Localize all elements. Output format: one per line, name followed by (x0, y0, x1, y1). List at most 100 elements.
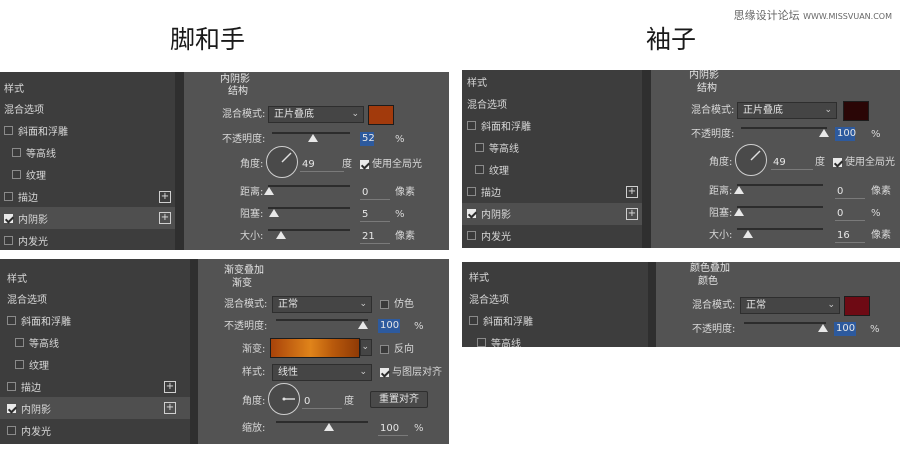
opacity-slider-thumb[interactable] (818, 324, 828, 332)
style-item[interactable]: 描边 + (0, 186, 175, 208)
style-checkbox[interactable] (15, 360, 24, 370)
gradient-select[interactable]: ⌄ (360, 339, 372, 356)
style-item[interactable]: 等高线 (0, 142, 175, 164)
style-item[interactable]: 斜面和浮雕 (462, 309, 648, 331)
style-item[interactable]: 等高线 (0, 332, 190, 354)
style-item[interactable]: 混合选项 (0, 288, 190, 310)
style-checkbox[interactable] (4, 235, 13, 245)
distance-slider-thumb[interactable] (734, 186, 744, 194)
style-item[interactable]: 斜面和浮雕 (0, 120, 175, 142)
opacity-slider-thumb[interactable] (308, 134, 318, 142)
style-checkbox[interactable] (12, 148, 21, 158)
style-checkbox[interactable] (467, 120, 476, 130)
choke-input[interactable]: 0 (835, 207, 865, 221)
opacity-input[interactable]: 52 (360, 132, 375, 146)
style-select[interactable]: 线性 ⌄ (272, 364, 372, 381)
reverse-checkbox[interactable] (380, 345, 389, 354)
angle-dial[interactable] (268, 383, 300, 415)
style-item[interactable]: 内发光 (0, 229, 175, 250)
style-checkbox[interactable] (4, 192, 13, 201)
style-item[interactable]: 内发光 (0, 419, 190, 441)
style-checkbox[interactable] (475, 164, 484, 174)
style-checkbox[interactable] (467, 187, 476, 196)
size-input[interactable]: 16 (835, 229, 865, 243)
blend-mode-select[interactable]: 正常 ⌄ (272, 296, 372, 313)
angle-dial[interactable] (266, 146, 298, 178)
style-item[interactable]: 混合选项 (462, 92, 642, 114)
choke-slider-track[interactable] (737, 206, 823, 208)
blend-mode-select[interactable]: 正片叠底 ⌄ (737, 102, 837, 119)
style-checkbox[interactable] (4, 126, 13, 136)
style-checkbox[interactable] (7, 425, 16, 435)
scale-slider-thumb[interactable] (324, 423, 334, 431)
style-checkbox[interactable] (7, 403, 16, 413)
angle-input[interactable]: 49 (300, 158, 344, 172)
add-effect-icon[interactable]: + (159, 190, 171, 203)
add-effect-icon[interactable]: + (159, 212, 171, 225)
add-effect-icon[interactable]: + (626, 207, 638, 220)
style-checkbox[interactable] (15, 338, 24, 348)
shadow-color-swatch[interactable] (843, 101, 869, 121)
opacity-input[interactable]: 100 (834, 322, 856, 336)
style-checkbox[interactable] (477, 337, 486, 347)
distance-slider-track[interactable] (268, 185, 350, 187)
style-item[interactable]: 内阴影 + (0, 397, 190, 420)
style-checkbox[interactable] (475, 142, 484, 152)
opacity-slider-thumb[interactable] (358, 321, 368, 329)
style-item[interactable]: 混合选项 (462, 287, 648, 309)
style-item[interactable]: 内阴影 + (462, 202, 642, 225)
choke-slider-track[interactable] (268, 207, 350, 209)
style-checkbox[interactable] (4, 213, 13, 223)
style-item[interactable]: 斜面和浮雕 (462, 114, 642, 136)
opacity-input[interactable]: 100 (835, 127, 856, 141)
global-light-checkbox[interactable] (833, 158, 842, 167)
reset-alignment-button[interactable]: 重置对齐 (370, 391, 428, 408)
opacity-slider-track[interactable] (741, 127, 827, 129)
distance-slider-thumb[interactable] (264, 187, 274, 195)
align-with-layer-checkbox[interactable] (380, 368, 389, 377)
size-slider-thumb[interactable] (743, 230, 753, 238)
opacity-slider-track[interactable] (276, 319, 368, 321)
shadow-color-swatch[interactable] (368, 105, 394, 125)
style-item[interactable]: 内阴影 + (0, 207, 175, 230)
blend-mode-select[interactable]: 正片叠底 ⌄ (268, 106, 364, 123)
overlay-color-swatch[interactable] (844, 296, 870, 316)
style-item[interactable]: 混合选项 (0, 98, 175, 120)
opacity-input[interactable]: 100 (378, 319, 400, 333)
style-item[interactable]: 描边 + (462, 181, 642, 203)
gradient-preview[interactable] (270, 338, 360, 358)
style-item[interactable]: 纹理 (462, 158, 642, 180)
style-checkbox[interactable] (7, 382, 16, 391)
scale-input[interactable]: 100 (378, 422, 408, 436)
choke-slider-thumb[interactable] (734, 208, 744, 216)
angle-input[interactable]: 0 (302, 395, 342, 409)
style-item[interactable]: 等高线 (462, 136, 642, 158)
style-item[interactable]: 内发光 (462, 225, 642, 247)
style-item[interactable]: 纹理 (0, 354, 190, 376)
distance-input[interactable]: 0 (360, 186, 390, 200)
distance-slider-track[interactable] (737, 184, 823, 186)
style-item[interactable]: 描边 + (0, 376, 190, 398)
add-effect-icon[interactable]: + (626, 185, 638, 198)
style-checkbox[interactable] (467, 231, 476, 241)
dither-checkbox[interactable] (380, 300, 389, 309)
size-input[interactable]: 21 (360, 230, 390, 244)
angle-input[interactable]: 49 (771, 156, 813, 170)
distance-input[interactable]: 0 (835, 185, 865, 199)
style-checkbox[interactable] (467, 209, 476, 219)
global-light-checkbox[interactable] (360, 160, 369, 169)
scale-slider-track[interactable] (276, 421, 368, 423)
style-checkbox[interactable] (469, 315, 478, 325)
add-effect-icon[interactable]: + (164, 402, 176, 415)
choke-slider-thumb[interactable] (269, 209, 279, 217)
choke-input[interactable]: 5 (360, 208, 390, 222)
opacity-slider-thumb[interactable] (819, 129, 829, 137)
size-slider-thumb[interactable] (276, 231, 286, 239)
style-item[interactable]: 纹理 (0, 164, 175, 186)
add-effect-icon[interactable]: + (164, 380, 176, 393)
opacity-slider-track[interactable] (744, 322, 826, 324)
style-item[interactable]: 斜面和浮雕 (0, 310, 190, 332)
style-item[interactable]: 等高线 (462, 331, 648, 347)
style-checkbox[interactable] (7, 316, 16, 326)
angle-dial[interactable] (735, 144, 767, 176)
